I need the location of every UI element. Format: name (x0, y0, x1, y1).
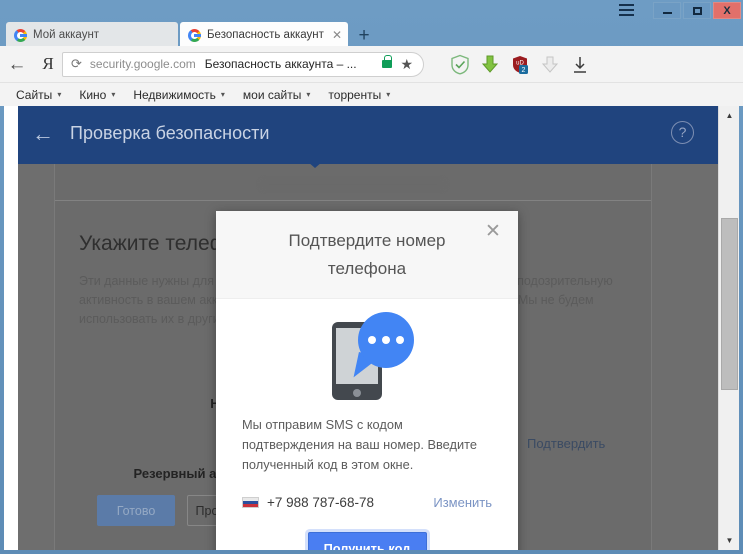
maximize-button[interactable] (683, 2, 711, 19)
phone-sms-icon (242, 299, 492, 413)
downloads-icon[interactable] (570, 54, 590, 75)
page-header-bar: ← Проверка безопасности ? (18, 106, 718, 164)
chevron-down-icon: ▾ (386, 90, 391, 99)
card-top-placeholder (261, 180, 445, 189)
title-bar: X (0, 0, 743, 20)
close-window-label: X (723, 4, 731, 17)
tab-my-account[interactable]: Мой аккаунт (6, 22, 178, 48)
bookmark-label: Сайты (16, 87, 53, 102)
dialog-actions: Получить код Отмена (242, 532, 492, 550)
scroll-up-icon[interactable]: ▲ (719, 106, 739, 125)
download-grey-icon[interactable] (540, 54, 560, 75)
phone-number: +7 988 787-68-78 (267, 495, 374, 510)
card-chevron-icon (301, 156, 329, 168)
bookmark-folder-torrents[interactable]: торренты ▾ (328, 88, 390, 102)
tab-strip: Мой аккаунт Безопасность аккаунт ✕ + (0, 20, 743, 48)
scroll-down-icon[interactable]: ▼ (719, 531, 739, 550)
change-phone-link[interactable]: Изменить (433, 495, 492, 510)
reload-icon[interactable]: ⟳ (71, 56, 82, 72)
chevron-down-icon: ▾ (306, 90, 311, 99)
shield-icon[interactable] (450, 54, 470, 75)
bookmark-folder-my-sites[interactable]: мои сайты ▾ (243, 88, 310, 102)
new-tab-button[interactable]: + (355, 26, 373, 46)
tab-close-icon[interactable]: ✕ (332, 29, 342, 41)
help-icon[interactable]: ? (671, 121, 694, 144)
lock-icon (382, 55, 393, 68)
yandex-home-icon[interactable]: Я (34, 54, 62, 74)
chevron-down-icon: ▾ (57, 90, 62, 99)
scrollbar-thumb[interactable] (721, 218, 738, 390)
russia-flag-icon (242, 497, 259, 508)
browser-menu-icon[interactable] (615, 2, 637, 18)
done-button[interactable]: Готово (97, 495, 175, 526)
close-window-button[interactable]: X (713, 2, 741, 19)
chevron-down-icon: ▾ (111, 90, 116, 99)
get-code-button[interactable]: Получить код (307, 532, 427, 550)
bookmarks-bar: Сайты ▾ Кино ▾ Недвижимость ▾ мои сайты … (0, 82, 743, 106)
ublock-badge-count: 2 (522, 67, 526, 74)
phone-row: +7 988 787-68-78 Изменить (242, 495, 492, 510)
bookmark-folder-kino[interactable]: Кино ▾ (79, 88, 115, 102)
dialog-header: Подтвердите номер телефона ✕ (216, 211, 518, 299)
dialog-description: Мы отправим SMS с кодом подтверждения на… (242, 417, 477, 472)
card-divider (55, 200, 651, 201)
dialog-title: Подтвердите номер телефона (288, 230, 446, 278)
page-title: Проверка безопасности (70, 123, 270, 143)
chevron-down-icon: ▾ (220, 90, 225, 99)
bookmark-label: Кино (79, 87, 107, 102)
minimize-button[interactable] (653, 2, 681, 19)
browser-toolbar: ← Я ⟳ security.google.com Безопасность а… (0, 46, 743, 82)
bookmark-label: мои сайты (242, 87, 302, 102)
google-icon (188, 28, 201, 42)
dialog-body: Мы отправим SMS с кодом подтверждения на… (216, 299, 518, 550)
address-bar[interactable]: ⟳ security.google.com Безопасность аккау… (62, 51, 424, 77)
bookmark-folder-sites[interactable]: Сайты ▾ (16, 88, 61, 102)
extension-icons: uD 2 (450, 54, 590, 75)
url-page-title: Безопасность аккаунта – ... (204, 57, 357, 71)
page-scrollbar[interactable]: ▲ ▼ (718, 106, 739, 550)
ublock-icon[interactable]: uD 2 (510, 54, 530, 75)
bookmark-star-icon[interactable]: ★ (400, 56, 413, 73)
url-domain: security.google.com (89, 57, 196, 71)
bookmark-label: торренты (328, 87, 382, 102)
google-icon (14, 28, 27, 42)
window-controls: X (653, 2, 741, 19)
tab-account-security[interactable]: Безопасность аккаунт ✕ (180, 22, 348, 48)
bookmark-folder-realty[interactable]: Недвижимость ▾ (133, 88, 225, 102)
page-back-icon[interactable]: ← (32, 123, 54, 145)
tab-title: Мой аккаунт (33, 29, 100, 41)
back-icon[interactable]: ← (0, 55, 34, 74)
tab-title: Безопасность аккаунт (207, 29, 324, 41)
verify-phone-dialog: Подтвердите номер телефона ✕ Мы отправим… (216, 211, 518, 550)
bookmark-label: Недвижимость (133, 87, 216, 102)
confirm-link[interactable]: Подтвердить (527, 436, 605, 451)
page-viewport: ← Проверка безопасности ? Укажите телефо… (4, 106, 739, 550)
close-icon[interactable]: ✕ (482, 221, 504, 243)
browser-window: X Мой аккаунт Безопасность аккаунт ✕ + ←… (0, 0, 743, 554)
download-green-icon[interactable] (480, 54, 500, 75)
